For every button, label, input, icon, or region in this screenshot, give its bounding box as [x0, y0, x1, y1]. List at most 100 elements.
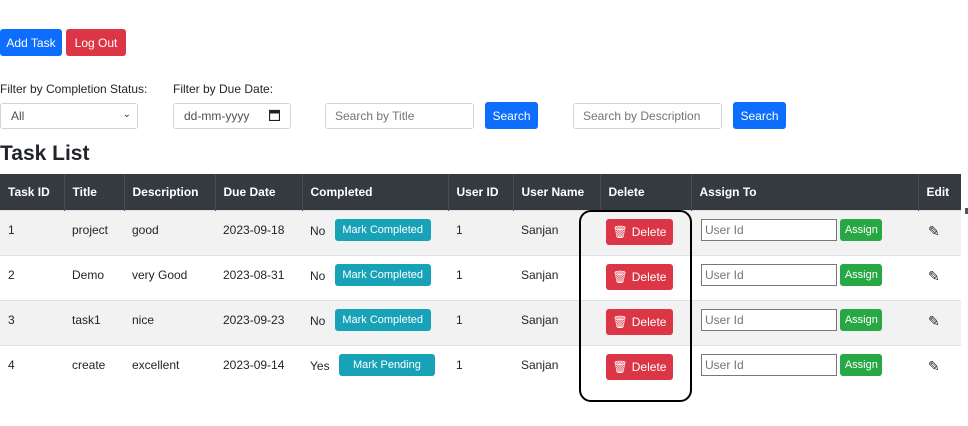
- mark-completed-button[interactable]: Mark Completed: [334, 308, 431, 331]
- search-description-button[interactable]: Search: [733, 102, 786, 129]
- description-cell: good: [124, 209, 215, 255]
- mark-completed-button[interactable]: Mark Completed: [334, 218, 431, 241]
- user-name-cell: Sanjan: [513, 254, 600, 300]
- delete-button[interactable]: 🗑 Delete: [606, 263, 673, 290]
- delete-cell: 🗑 Delete: [600, 254, 691, 300]
- table-row: 3 task1 nice 2023-09-23 No Mark Complete…: [0, 299, 961, 345]
- assign-button[interactable]: Assign: [840, 308, 883, 331]
- assign-user-id-input[interactable]: [701, 218, 837, 241]
- description-cell: excellent: [124, 344, 215, 390]
- title-cell: create: [64, 344, 124, 390]
- assign-button[interactable]: Assign: [840, 218, 883, 241]
- completed-cell: No Mark Completed: [302, 254, 448, 300]
- completion-status-select[interactable]: All ⌄: [0, 103, 138, 129]
- completed-status: No: [310, 268, 326, 283]
- edit-cell: ✎: [918, 209, 961, 255]
- header-completed: Completed: [302, 174, 449, 210]
- completed-cell: Yes Mark Pending: [302, 344, 448, 390]
- user-id-cell: 1: [448, 344, 513, 390]
- table-row: 1 project good 2023-09-18 No Mark Comple…: [0, 209, 961, 255]
- due-date-input[interactable]: dd-mm-yyyy: [173, 103, 291, 129]
- header-assign-to: Assign To: [691, 174, 919, 210]
- search-description-input[interactable]: [573, 103, 722, 129]
- pencil-icon[interactable]: ✎: [926, 358, 940, 374]
- table-header-row: Task ID Title Description Due Date Compl…: [0, 174, 961, 210]
- delete-cell: 🗑 Delete: [600, 344, 691, 390]
- mark-pending-button[interactable]: Mark Pending: [338, 353, 435, 376]
- completed-status: No: [310, 223, 326, 238]
- due-date-cell: 2023-09-14: [215, 344, 302, 390]
- title-cell: task1: [64, 299, 124, 345]
- task-table: Task ID Title Description Due Date Compl…: [0, 174, 961, 390]
- assign-cell: Assign: [691, 299, 918, 345]
- delete-button[interactable]: 🗑 Delete: [606, 353, 673, 380]
- completed-status: Yes: [310, 358, 330, 373]
- completed-status: No: [310, 313, 326, 328]
- completed-cell: No Mark Completed: [302, 209, 448, 255]
- title-cell: Demo: [64, 254, 124, 300]
- header-delete: Delete: [600, 174, 692, 210]
- delete-cell: 🗑 Delete: [600, 299, 691, 345]
- task-id-cell: 2: [0, 254, 64, 300]
- trash-icon: 🗑: [612, 314, 628, 329]
- delete-label: Delete: [631, 359, 667, 374]
- user-name-cell: Sanjan: [513, 209, 600, 255]
- user-id-cell: 1: [448, 254, 513, 300]
- header-description: Description: [124, 174, 216, 210]
- task-id-cell: 3: [0, 299, 64, 345]
- header-title: Title: [64, 174, 125, 210]
- completion-status-value: All: [11, 109, 25, 123]
- assign-user-id-input[interactable]: [701, 308, 837, 331]
- assign-cell: Assign: [691, 344, 918, 390]
- add-task-button[interactable]: Add Task: [0, 29, 62, 56]
- description-cell: nice: [124, 299, 215, 345]
- search-title-button[interactable]: Search: [485, 102, 538, 129]
- trash-icon: 🗑: [612, 359, 628, 374]
- edit-cell: ✎: [918, 254, 961, 300]
- delete-button[interactable]: 🗑 Delete: [606, 308, 673, 335]
- delete-cell: 🗑 Delete: [600, 209, 691, 255]
- delete-label: Delete: [631, 224, 667, 239]
- due-date-cell: 2023-09-23: [215, 299, 302, 345]
- delete-button[interactable]: 🗑 Delete: [606, 218, 673, 245]
- assign-button[interactable]: Assign: [840, 353, 883, 376]
- header-user-name: User Name: [513, 174, 601, 210]
- header-due-date: Due Date: [215, 174, 303, 210]
- header-task-id: Task ID: [0, 174, 65, 210]
- assign-cell: Assign: [691, 254, 918, 300]
- assign-button[interactable]: Assign: [840, 263, 883, 286]
- delete-label: Delete: [631, 269, 667, 284]
- assign-user-id-input[interactable]: [701, 263, 837, 286]
- log-out-button[interactable]: Log Out: [66, 29, 126, 56]
- due-date-cell: 2023-09-18: [215, 209, 302, 255]
- title-cell: project: [64, 209, 124, 255]
- due-date-filter-label: Filter by Due Date:: [173, 82, 274, 96]
- page-title: Task List: [0, 142, 90, 165]
- user-name-cell: Sanjan: [513, 299, 600, 345]
- header-user-id: User ID: [448, 174, 514, 210]
- completion-filter-label: Filter by Completion Status:: [0, 82, 148, 96]
- trash-icon: 🗑: [612, 224, 628, 239]
- search-title-input[interactable]: [325, 103, 474, 129]
- table-row: 4 create excellent 2023-09-14 Yes Mark P…: [0, 344, 961, 390]
- assign-cell: Assign: [691, 209, 918, 255]
- user-id-cell: 1: [448, 209, 513, 255]
- delete-label: Delete: [631, 314, 667, 329]
- user-name-cell: Sanjan: [513, 344, 600, 390]
- assign-user-id-input[interactable]: [701, 353, 837, 376]
- mark-completed-button[interactable]: Mark Completed: [334, 263, 431, 286]
- description-cell: very Good: [124, 254, 215, 300]
- pencil-icon[interactable]: ✎: [926, 223, 940, 239]
- due-date-placeholder: dd-mm-yyyy: [184, 109, 250, 123]
- task-id-cell: 1: [0, 209, 64, 255]
- completed-cell: No Mark Completed: [302, 299, 448, 345]
- calendar-icon[interactable]: [269, 109, 280, 121]
- user-id-cell: 1: [448, 299, 513, 345]
- task-id-cell: 4: [0, 344, 64, 390]
- due-date-cell: 2023-08-31: [215, 254, 302, 300]
- table-row: 2 Demo very Good 2023-08-31 No Mark Comp…: [0, 254, 961, 300]
- trash-icon: 🗑: [612, 269, 628, 284]
- chevron-down-icon: ⌄: [122, 109, 131, 120]
- pencil-icon[interactable]: ✎: [926, 313, 940, 329]
- pencil-icon[interactable]: ✎: [926, 268, 940, 284]
